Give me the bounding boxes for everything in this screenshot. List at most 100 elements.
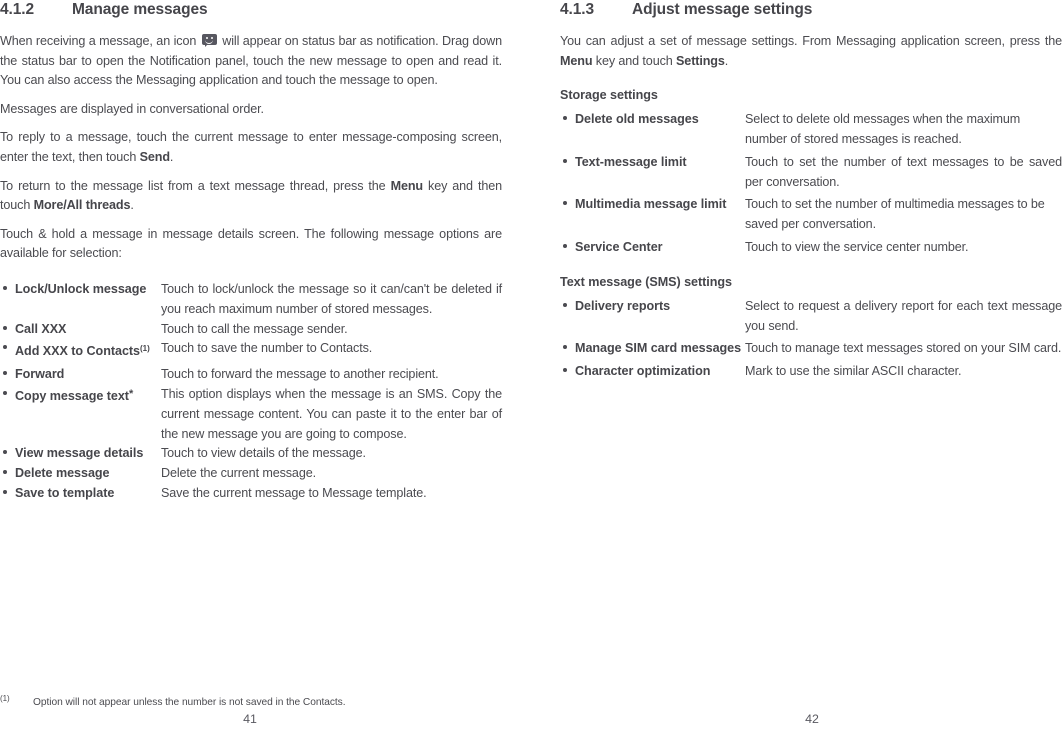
option-desc: Delete the current message. xyxy=(161,466,316,481)
bullet-icon xyxy=(560,339,575,359)
page-number-left: 41 xyxy=(243,712,257,726)
section-heading-413: 4.1.3 Adjust message settings xyxy=(560,0,1062,19)
bullet-icon xyxy=(0,385,15,405)
footnote-block: (1) Option will not appear unless the nu… xyxy=(0,694,502,708)
setting-term: Delete old messages xyxy=(575,112,699,127)
setting-term: Character optimization xyxy=(575,364,711,379)
setting-desc: Select to delete old messages when the m… xyxy=(745,112,1021,146)
settings-keyword: Settings xyxy=(676,53,725,68)
footnote-marker-star: * xyxy=(128,387,134,400)
setting-term: Manage SIM card messages xyxy=(575,341,742,356)
intro-text-c: key and touch xyxy=(592,53,677,68)
option-term-text: Add XXX to Contacts xyxy=(15,344,140,359)
option-desc: Touch to forward the message to another … xyxy=(161,367,439,382)
section-title: Manage messages xyxy=(72,1,208,18)
bullet-icon xyxy=(0,444,15,464)
sms-row-character-optimization: Character optimization Mark to use the s… xyxy=(560,362,1062,382)
paragraph-adjust-settings-intro: You can adjust a set of message settings… xyxy=(560,32,1062,71)
menu-keyword: Menu xyxy=(560,53,593,68)
option-row-add-contacts: Add XXX to Contacts(1) Touch to save the… xyxy=(0,339,502,362)
option-row-call: Call XXX Touch to call the message sende… xyxy=(0,320,502,340)
option-term: Delete message xyxy=(15,466,110,481)
reply-text-c: . xyxy=(169,149,174,164)
setting-term: Text-message limit xyxy=(575,154,687,169)
setting-term: Delivery reports xyxy=(575,298,671,313)
footnote-marker: (1) xyxy=(0,694,10,703)
menu-keyword: Menu xyxy=(390,178,424,193)
option-desc: Touch to lock/unlock the message so it c… xyxy=(161,281,502,316)
more-all-threads-keyword: More/All threads xyxy=(33,198,131,213)
paragraph-receiving-message: When receiving a message, an icon will a… xyxy=(0,32,502,91)
return-text-a: To return to the message list from a tex… xyxy=(0,178,391,193)
bullet-icon xyxy=(0,280,15,300)
option-desc: Save the current message to Message temp… xyxy=(161,485,427,500)
option-term: Forward xyxy=(15,367,65,382)
bubble-tail xyxy=(204,44,208,47)
bullet-icon xyxy=(560,195,575,215)
bullet-icon xyxy=(560,238,575,258)
footnote-text: Option will not appear unless the number… xyxy=(33,697,346,708)
option-term: Call XXX xyxy=(15,321,67,336)
reply-text-a: To reply to a message, touch the current… xyxy=(0,130,502,164)
option-row-delete-message: Delete message Delete the current messag… xyxy=(0,464,502,484)
storage-row-multimedia-limit: Multimedia message limit Touch to set th… xyxy=(560,195,1062,235)
option-row-lock-unlock: Lock/Unlock message Touch to lock/unlock… xyxy=(0,280,502,320)
page-number-right: 42 xyxy=(805,712,819,726)
section-title: Adjust message settings xyxy=(632,1,813,18)
option-desc: Touch to call the message sender. xyxy=(161,321,348,336)
bullet-icon xyxy=(0,365,15,385)
option-row-view-details: View message details Touch to view detai… xyxy=(0,444,502,464)
option-row-save-template: Save to template Save the current messag… xyxy=(0,484,502,504)
manual-spread: 4.1.2 Manage messages When receiving a m… xyxy=(0,0,1062,731)
return-text-e: . xyxy=(130,198,134,213)
paragraph-conversational-order: Messages are displayed in conversational… xyxy=(0,101,264,116)
option-term: Lock/Unlock message xyxy=(15,281,147,296)
option-desc: Touch to view details of the message. xyxy=(161,446,366,461)
option-term: Add XXX to Contacts(1) xyxy=(15,339,161,362)
subheading-storage-settings: Storage settings xyxy=(560,88,658,103)
right-page-column: 4.1.3 Adjust message settings You can ad… xyxy=(560,0,1062,382)
section-number: 4.1.3 xyxy=(560,1,594,18)
footnote-marker: (1) xyxy=(140,344,150,354)
setting-term: Service Center xyxy=(575,239,663,254)
paragraph-reply-message: To reply to a message, touch the current… xyxy=(0,128,502,167)
sms-row-delivery-reports: Delivery reports Select to request a del… xyxy=(560,297,1062,337)
bullet-icon xyxy=(0,339,15,359)
intro-text-a: You can adjust a set of message settings… xyxy=(560,34,1062,48)
section-number: 4.1.2 xyxy=(0,1,34,18)
option-term: View message details xyxy=(15,446,144,461)
left-page-column: 4.1.2 Manage messages When receiving a m… xyxy=(0,0,502,504)
setting-desc: Mark to use the similar ASCII character. xyxy=(745,364,962,379)
subheading-sms-settings: Text message (SMS) settings xyxy=(560,274,732,289)
setting-desc: Select to request a delivery report for … xyxy=(745,298,1062,333)
paragraph-return-to-list: To return to the message list from a tex… xyxy=(0,177,502,216)
storage-row-delete-old: Delete old messages Select to delete old… xyxy=(560,110,1062,150)
message-smiley-icon xyxy=(201,34,217,47)
option-desc: This option displays when the message is… xyxy=(161,386,502,441)
option-desc: Touch to save the number to Contacts. xyxy=(161,341,373,356)
send-keyword: Send xyxy=(139,149,170,164)
option-row-forward: Forward Touch to forward the message to … xyxy=(0,365,502,385)
option-row-copy-text: Copy message text* This option displays … xyxy=(0,385,502,444)
section-heading-412: 4.1.2 Manage messages xyxy=(0,0,502,19)
bullet-icon xyxy=(560,362,575,382)
bullet-icon xyxy=(560,110,575,130)
storage-row-text-limit: Text-message limit Touch to set the numb… xyxy=(560,153,1062,193)
option-term: Save to template xyxy=(15,485,115,500)
option-term-text: Copy message text xyxy=(15,388,129,403)
storage-row-service-center: Service Center Touch to view the service… xyxy=(560,238,1062,258)
intro-text-e: . xyxy=(724,53,729,68)
paragraph-touch-hold-options: Touch & hold a message in message detail… xyxy=(0,226,502,261)
setting-desc: Touch to view the service center number. xyxy=(745,239,969,254)
option-term: Copy message text* xyxy=(15,385,161,407)
bullet-icon xyxy=(0,484,15,504)
setting-desc: Touch to set the number of text messages… xyxy=(745,154,1062,189)
setting-desc: Touch to manage text messages stored on … xyxy=(745,341,1062,356)
bullet-icon xyxy=(0,464,15,484)
setting-term: Multimedia message limit xyxy=(575,197,727,212)
bullet-icon xyxy=(560,297,575,317)
bullet-icon xyxy=(560,153,575,173)
setting-desc: Touch to set the number of multimedia me… xyxy=(745,197,1045,232)
para-text-before-icon: When receiving a message, an icon xyxy=(0,34,200,48)
